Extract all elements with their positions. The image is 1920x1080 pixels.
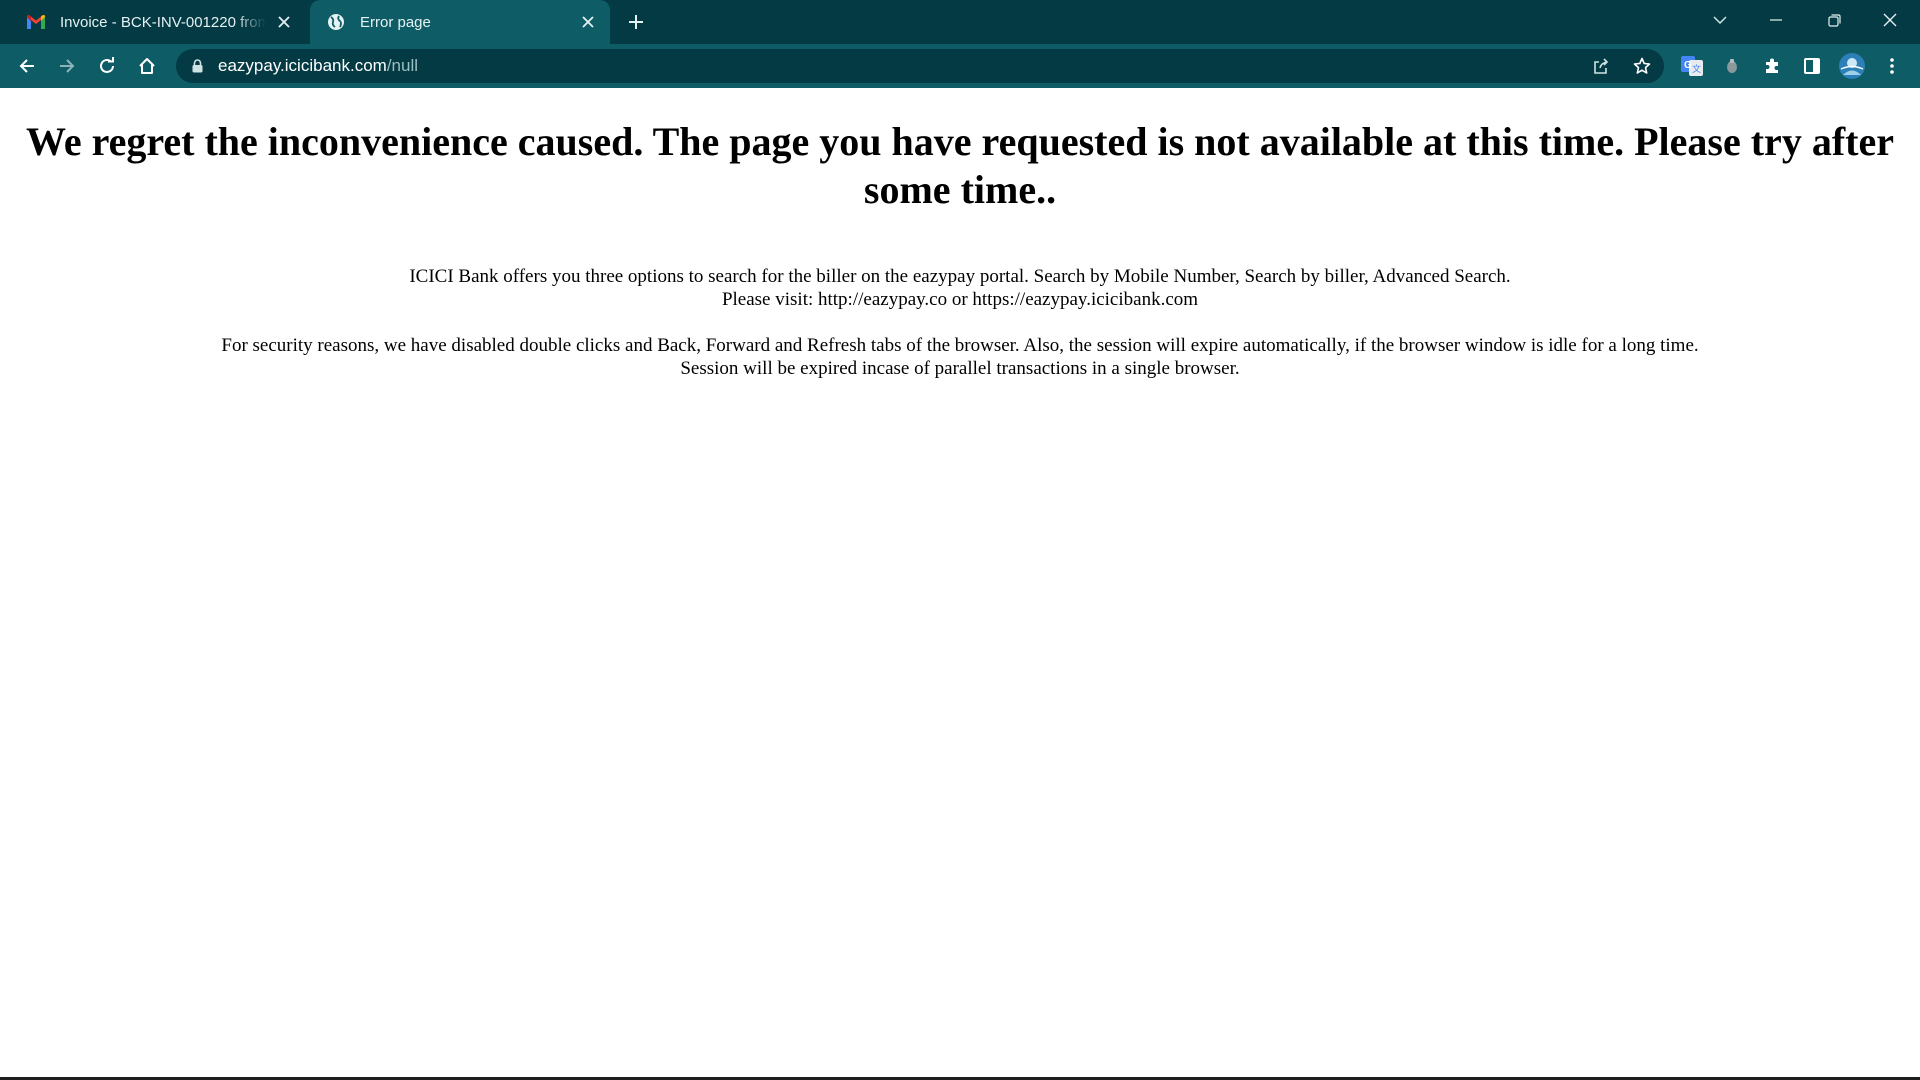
tab-error-page[interactable]: Error page <box>310 0 610 44</box>
tab-invoice[interactable]: Invoice - BCK-INV-001220 from F <box>10 0 306 44</box>
page-content: We regret the inconvenience caused. The … <box>0 88 1920 1078</box>
translate-icon: G 文 <box>1681 56 1703 76</box>
side-panel-button[interactable] <box>1796 50 1828 82</box>
extension-icon <box>1727 59 1737 73</box>
avatar <box>1839 53 1865 79</box>
home-button[interactable] <box>131 50 163 82</box>
extensions-menu-button[interactable] <box>1756 50 1788 82</box>
restore-button[interactable] <box>1806 0 1862 40</box>
address-bar[interactable]: eazypay.icicibank.com/null <box>176 49 1664 83</box>
back-button[interactable] <box>11 50 43 82</box>
plus-icon <box>629 15 643 29</box>
tab-title: Invoice - BCK-INV-001220 from F <box>60 13 266 31</box>
reload-button[interactable] <box>91 50 123 82</box>
chevron-down-icon <box>1713 16 1727 24</box>
star-icon <box>1633 57 1651 74</box>
forward-button[interactable] <box>51 50 83 82</box>
extension-button[interactable] <box>1716 50 1748 82</box>
url-host: eazypay.icicibank.com <box>218 56 387 75</box>
gmail-icon <box>26 12 46 32</box>
restore-icon <box>1827 13 1841 27</box>
close-window-button[interactable] <box>1862 0 1918 40</box>
minimize-button[interactable] <box>1748 0 1804 40</box>
search-options-paragraph: ICICI Bank offers you three options to s… <box>0 265 1920 311</box>
arrow-left-icon <box>19 59 34 73</box>
close-icon[interactable] <box>576 10 600 34</box>
side-panel-icon <box>1804 58 1820 74</box>
tab-title: Error page <box>360 13 431 31</box>
reload-icon <box>100 57 114 73</box>
url-text: eazypay.icicibank.com/null <box>218 56 418 76</box>
browser-menu-button[interactable] <box>1876 50 1908 82</box>
visit-links-text: Please visit: http://eazypay.co or https… <box>721 289 1199 310</box>
share-icon <box>1594 58 1609 74</box>
lock-icon[interactable] <box>191 59 203 73</box>
home-icon <box>139 58 155 74</box>
error-heading: We regret the inconvenience caused. The … <box>26 119 1894 212</box>
share-button[interactable] <box>1585 50 1617 82</box>
security-notice-paragraph: For security reasons, we have disabled d… <box>0 334 1920 380</box>
tab-search-button[interactable] <box>1692 0 1748 40</box>
translate-extension-button[interactable]: G 文 <box>1676 50 1708 82</box>
search-options-text: ICICI Bank offers you three options to s… <box>409 266 1511 287</box>
svg-text:G: G <box>1684 60 1692 71</box>
svg-text:文: 文 <box>1692 63 1701 74</box>
browser-toolbar: eazypay.icicibank.com/null G 文 <box>0 44 1920 88</box>
puzzle-icon <box>1766 58 1778 73</box>
new-tab-button[interactable] <box>622 8 650 36</box>
url-path: /null <box>386 56 419 75</box>
globe-icon <box>326 12 346 32</box>
session-expiry-text: Session will be expired incase of parall… <box>680 358 1240 379</box>
profile-button[interactable] <box>1836 50 1868 82</box>
bookmark-button[interactable] <box>1626 50 1658 82</box>
close-icon <box>1883 13 1897 27</box>
tab-strip: Invoice - BCK-INV-001220 from F Error pa… <box>0 0 1920 44</box>
security-notice-text: For security reasons, we have disabled d… <box>221 335 1699 356</box>
arrow-right-icon <box>60 59 75 73</box>
minimize-icon <box>1770 19 1782 21</box>
more-vertical-icon <box>1890 58 1894 74</box>
close-icon[interactable] <box>272 10 296 34</box>
